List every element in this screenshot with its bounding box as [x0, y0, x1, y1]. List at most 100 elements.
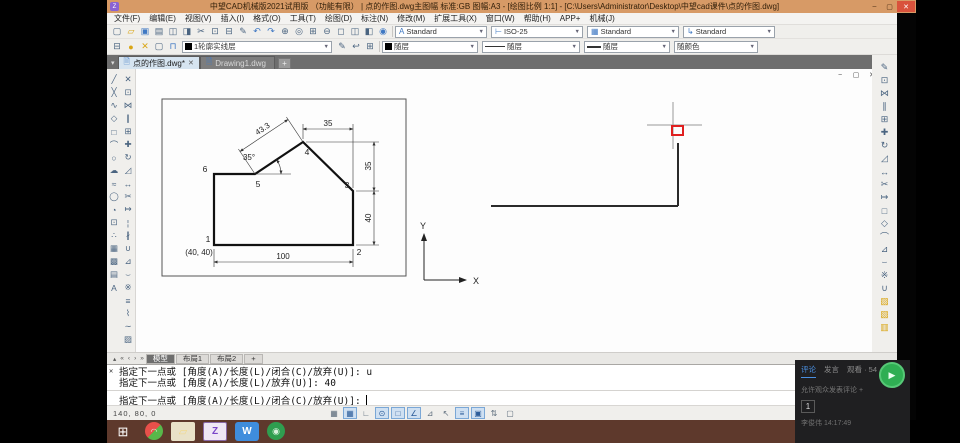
viewport-single-icon[interactable]: ◻: [334, 25, 348, 38]
viewport-three-icon[interactable]: ◧: [362, 25, 376, 38]
chat-message[interactable]: 1: [801, 400, 815, 413]
polar-toggle[interactable]: ⊙: [375, 407, 389, 419]
folder-icon[interactable]: ▱: [171, 422, 195, 441]
menu-item[interactable]: 文件(F): [110, 13, 144, 24]
command-window[interactable]: ✕ 指定下一点或 [角度(A)/长度(L)/闭合(C)/放弃(U)]: u指定下…: [107, 364, 897, 405]
layer-freeze-icon[interactable]: ▢: [152, 40, 166, 53]
layer-states-icon[interactable]: ⊞: [363, 40, 377, 53]
ortho-toggle[interactable]: ∟: [359, 407, 373, 419]
mtext-icon[interactable]: A: [108, 281, 121, 294]
trim-icon[interactable]: ✂: [878, 178, 892, 191]
menu-item[interactable]: 编辑(E): [145, 13, 180, 24]
ellipse-icon[interactable]: ◯: [108, 190, 121, 203]
rectangle-icon[interactable]: □: [878, 204, 892, 217]
redo-icon[interactable]: ↷: [264, 25, 278, 38]
spline-icon[interactable]: ≈: [108, 177, 121, 190]
array-icon[interactable]: ⊞: [122, 125, 135, 138]
edit-spline-icon[interactable]: ∼: [122, 320, 135, 333]
copy-object-icon[interactable]: ⊡: [878, 74, 892, 87]
publish-icon[interactable]: ◨: [180, 25, 194, 38]
scale-icon[interactable]: ◿: [878, 152, 892, 165]
snap-toggle[interactable]: ▦: [327, 407, 341, 419]
join-icon[interactable]: ∪: [878, 282, 892, 295]
menu-item[interactable]: 机械(J): [585, 13, 618, 24]
polygon-icon[interactable]: ◇: [108, 112, 121, 125]
osnap-toggle[interactable]: □: [391, 407, 405, 419]
revision-cloud-icon[interactable]: ☁: [108, 164, 121, 177]
break-at-point-icon[interactable]: ¦: [122, 216, 135, 229]
array-icon[interactable]: ⊞: [878, 113, 892, 126]
table-icon[interactable]: ▤: [108, 268, 121, 281]
stretch-icon[interactable]: ↔: [122, 177, 135, 190]
layer-dropdown[interactable]: 1轮廓实线层 ▼: [182, 41, 332, 53]
help-icon[interactable]: ◉: [376, 25, 390, 38]
extend-icon[interactable]: ↦: [122, 203, 135, 216]
menu-item[interactable]: 视图(V): [181, 13, 216, 24]
browser-360-icon[interactable]: ◠: [145, 422, 163, 440]
line-icon[interactable]: ╱: [108, 73, 121, 86]
offset-icon[interactable]: ∥: [878, 100, 892, 113]
polyline-icon[interactable]: ∿: [108, 99, 121, 112]
quickprop-toggle[interactable]: ▣: [471, 407, 485, 419]
tab-list-dropdown-icon[interactable]: ▾: [109, 59, 118, 69]
overlay-tab[interactable]: 观看 · 54: [847, 364, 877, 378]
arc-edit-icon[interactable]: ⌒: [878, 230, 892, 243]
extend-icon[interactable]: ↦: [878, 191, 892, 204]
layer-on-icon[interactable]: ●: [124, 40, 138, 53]
construction-line-icon[interactable]: ╳: [108, 86, 121, 99]
offset-icon[interactable]: ∥: [122, 112, 135, 125]
wps-icon[interactable]: W: [235, 422, 259, 441]
ducs-toggle[interactable]: ⊿: [423, 407, 437, 419]
linetype-dropdown[interactable]: 随层 ▼: [482, 41, 580, 53]
menu-item[interactable]: 绘图(D): [321, 13, 356, 24]
mdi-restore-icon[interactable]: ▢: [850, 70, 862, 80]
region-icon[interactable]: ▩: [108, 255, 121, 268]
cycle-toggle[interactable]: ⇅: [487, 407, 501, 419]
text-style-dropdown[interactable]: A Standard ▼: [395, 26, 487, 38]
align-icon[interactable]: ≡: [122, 294, 135, 307]
live-camera-button[interactable]: ▶: [879, 362, 905, 388]
zoom-window-icon[interactable]: ⊞: [306, 25, 320, 38]
command-close-icon[interactable]: ✕: [109, 367, 113, 375]
menu-item[interactable]: 插入(I): [217, 13, 249, 24]
dim-style-dropdown[interactable]: ⊢ ISO-25 ▼: [491, 26, 583, 38]
plotstyle-dropdown[interactable]: 随颜色 ▼: [674, 41, 758, 53]
overlay-tab[interactable]: 发言: [824, 364, 839, 378]
layout-tab[interactable]: 布局2: [210, 354, 243, 364]
join-icon[interactable]: ∪: [122, 242, 135, 255]
erase-icon[interactable]: ✕: [122, 73, 135, 86]
chamfer-icon[interactable]: ⊿: [878, 243, 892, 256]
ellipse-arc-icon[interactable]: ◔: [108, 203, 121, 216]
paste-icon[interactable]: ⊟: [222, 25, 236, 38]
move-icon[interactable]: ✚: [122, 138, 135, 151]
fillet-icon[interactable]: ⌣: [878, 256, 892, 269]
mirror-icon[interactable]: ⋈: [878, 87, 892, 100]
menu-item[interactable]: 修改(M): [393, 13, 429, 24]
chamfer-icon[interactable]: ⊿: [122, 255, 135, 268]
annotation-toggle[interactable]: ▢: [503, 407, 517, 419]
edit-polyline-icon[interactable]: ⌇: [122, 307, 135, 320]
insert-block-icon[interactable]: ⊡: [108, 216, 121, 229]
layout-tab[interactable]: 模型: [146, 354, 175, 364]
layer-lock-icon[interactable]: ⊓: [166, 40, 180, 53]
fillet-icon[interactable]: ⌣: [122, 268, 135, 281]
new-file-icon[interactable]: ▢: [110, 25, 124, 38]
tab-close-icon[interactable]: ✕: [188, 59, 194, 67]
super-hatch-icon[interactable]: ▥: [878, 321, 892, 334]
overlay-tab[interactable]: 评论: [801, 364, 816, 378]
print-preview-icon[interactable]: ◫: [166, 25, 180, 38]
undo-icon[interactable]: ↶: [250, 25, 264, 38]
otrack-toggle[interactable]: ∠: [407, 407, 421, 419]
zwcad-taskbar-icon[interactable]: Z: [203, 422, 227, 441]
edit-properties-icon[interactable]: ✎: [878, 61, 892, 74]
break-icon[interactable]: ∦: [122, 229, 135, 242]
layout-nav-icon[interactable]: ▴: [111, 355, 118, 363]
menu-item[interactable]: 工具(T): [286, 13, 320, 24]
layout-nav-icon[interactable]: »: [138, 355, 146, 363]
point-icon[interactable]: ∴: [108, 229, 121, 242]
layout-nav-icon[interactable]: «: [118, 355, 126, 363]
cut-icon[interactable]: ✂: [194, 25, 208, 38]
copy-nested-icon[interactable]: ▧: [878, 308, 892, 321]
mirror-icon[interactable]: ⋈: [122, 99, 135, 112]
polygon-icon[interactable]: ◇: [878, 217, 892, 230]
